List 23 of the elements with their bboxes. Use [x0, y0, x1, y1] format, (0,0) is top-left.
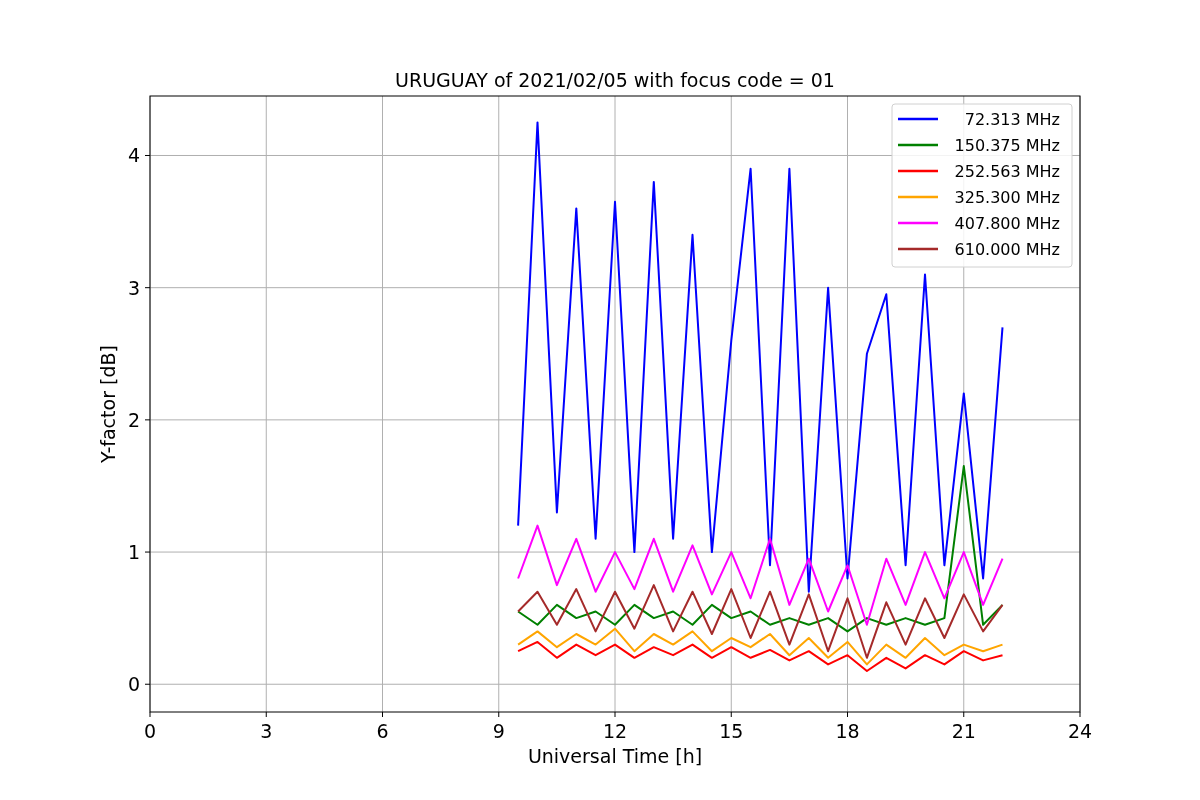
axis-label: Universal Time [h]	[527, 745, 703, 767]
chart-title: URUGUAY of 2021/02/05 with focus code = 01	[395, 69, 835, 91]
tick-label: 24	[1067, 720, 1093, 742]
legend-label: 610.000 MHz	[954, 240, 1060, 259]
tick-label: 21	[951, 720, 976, 742]
legend-label: 325.300 MHz	[954, 188, 1060, 207]
tick-label: 0	[127, 673, 140, 696]
legend-label: 407.800 MHz	[954, 214, 1060, 233]
tick-label: 1	[127, 541, 140, 564]
axis-label: Y-factor [dB]	[97, 345, 119, 463]
tick-label: 3	[127, 276, 140, 299]
tick-label: 9	[492, 720, 505, 742]
tick-label: 18	[835, 720, 860, 742]
tick-label: 3	[260, 720, 273, 742]
tick-label: 2	[127, 408, 140, 431]
tick-label: 15	[719, 720, 744, 742]
legend-label: 150.375 MHz	[954, 136, 1060, 155]
tick-label: 0	[143, 720, 157, 742]
tick-label: 6	[376, 720, 389, 742]
tick-label: 12	[602, 720, 628, 742]
tick-label: 4	[127, 144, 140, 167]
legend-label: 252.563 MHz	[954, 162, 1060, 181]
legend-label: 72.313 MHz	[964, 110, 1060, 129]
